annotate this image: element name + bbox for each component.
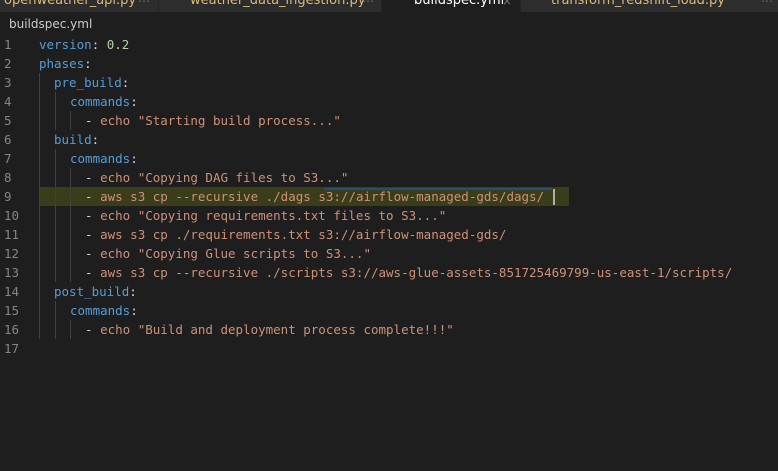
yaml-key: pre_build [54,75,122,90]
code-line-1[interactable]: version: 0.2 [39,35,129,54]
indent-guide [55,149,56,282]
yaml-number: 0.2 [106,37,130,52]
code-line-8[interactable]: - echo "Copying DAG files to S3..." [85,168,348,187]
yaml-string: echo "Copying Glue scripts to S3..." [100,246,371,261]
yaml-key: commands [70,151,131,166]
yaml-colon: : [91,132,100,147]
tab-label: openweather_api.py [4,0,137,8]
yaml-key: post_build [54,284,130,299]
indent-guide [39,73,40,339]
code-editor[interactable]: 1 2 3 4 5 6 7 8 9 10 11 12 13 14 15 16 1… [0,35,778,471]
line-number: 13 [4,265,20,280]
code-line-7[interactable]: commands: [70,149,138,168]
code-line-3[interactable]: pre_build: [54,73,129,92]
more-icon[interactable]: ⋯ [761,0,773,9]
code-line-14[interactable]: post_build: [54,282,137,301]
line-number: 15 [4,303,20,318]
line-number: 5 [4,113,12,128]
tab-buildspec[interactable]: buildspec.yml × [382,0,521,12]
code-line-15[interactable]: commands: [70,301,138,320]
yaml-dash: - [85,265,93,280]
yaml-string: aws s3 cp ./requirements.txt s3://airflo… [100,227,507,242]
yaml-dash: - [85,208,93,223]
tab-label: buildspec.yml [414,0,505,8]
yaml-string: aws s3 cp --recursive ./scripts s3://aws… [100,265,733,280]
indent-guide [55,301,56,339]
line-number: 6 [4,132,12,147]
code-line-2[interactable]: phases: [39,54,92,73]
yaml-dash: - [85,189,93,204]
yaml-colon: : [121,75,130,90]
yaml-colon: : [130,303,138,318]
line-number: 14 [4,284,20,299]
yaml-string: echo "Starting build process..." [100,113,341,128]
yaml-string: echo "Copying DAG files to S3..." [100,170,349,185]
code-line-12[interactable]: - echo "Copying Glue scripts to S3..." [85,244,371,263]
indent-guide [70,168,71,282]
yaml-dash: - [85,170,93,185]
indent-guide [55,92,56,130]
yaml-dash: - [85,322,93,337]
indent-guide [70,320,71,339]
line-number: 16 [4,322,20,337]
code-line-11[interactable]: - aws s3 cp ./requirements.txt s3://airf… [85,225,506,244]
more-icon[interactable]: ⋯ [362,0,374,9]
code-line-4[interactable]: commands: [70,92,138,111]
line-number: 4 [4,94,12,109]
tab-label: weather_data_ingestion.py [190,0,366,8]
code-line-16[interactable]: - echo "Build and deployment process com… [85,320,454,339]
line-number: 2 [4,56,12,71]
line-number: 10 [4,208,20,223]
editor-tab-bar: openweather_api.py ⋯ weather_data_ingest… [0,0,778,13]
line-number: 9 [4,189,12,204]
yaml-string-selected: s3://airflow-managed-gds/dags/ [318,189,545,204]
yaml-colon: : [130,151,138,166]
line-number: 8 [4,170,12,185]
line-number: 3 [4,75,12,90]
tab-transform-redshift-load[interactable]: transform_redshift_load.py ⋯ [521,0,778,12]
yaml-colon: : [84,56,92,71]
indent-guide [70,111,71,130]
tab-openweather-api[interactable]: openweather_api.py ⋯ [0,0,159,12]
yaml-key: commands [70,94,131,109]
breadcrumb: buildspec.yml [0,13,778,35]
yaml-colon: : [130,94,138,109]
tab-weather-data-ingestion[interactable]: weather_data_ingestion.py ⋯ [159,0,382,12]
yaml-string: echo "Copying requirements.txt files to … [100,208,447,223]
yaml-dash: - [85,227,93,242]
yaml-key: commands [70,303,131,318]
yaml-string: aws s3 cp --recursive ./dags [100,189,319,204]
close-icon[interactable]: × [502,0,512,9]
line-number: 11 [4,227,20,242]
tab-label: transform_redshift_load.py [551,0,725,8]
line-number: 12 [4,246,20,261]
yaml-key: version [39,37,92,52]
yaml-key: build [54,132,92,147]
code-line-6[interactable]: build: [54,130,99,149]
breadcrumb-file[interactable]: buildspec.yml [9,16,92,32]
text-cursor [553,189,555,205]
yaml-dash: - [85,113,93,128]
yaml-string: echo "Build and deployment process compl… [100,322,454,337]
code-line-5[interactable]: - echo "Starting build process..." [85,111,341,130]
yaml-dash: - [85,246,93,261]
code-line-10[interactable]: - echo "Copying requirements.txt files t… [85,206,446,225]
yaml-key: phases [39,56,85,71]
line-number: 7 [4,151,12,166]
more-icon[interactable]: ⋯ [138,0,150,9]
line-number: 17 [4,341,20,356]
code-line-13[interactable]: - aws s3 cp --recursive ./scripts s3://a… [85,263,732,282]
yaml-colon: : [129,284,137,299]
code-line-9[interactable]: - aws s3 cp --recursive ./dags s3://airf… [85,187,544,206]
yaml-colon: : [91,37,100,52]
line-number: 1 [4,37,12,52]
